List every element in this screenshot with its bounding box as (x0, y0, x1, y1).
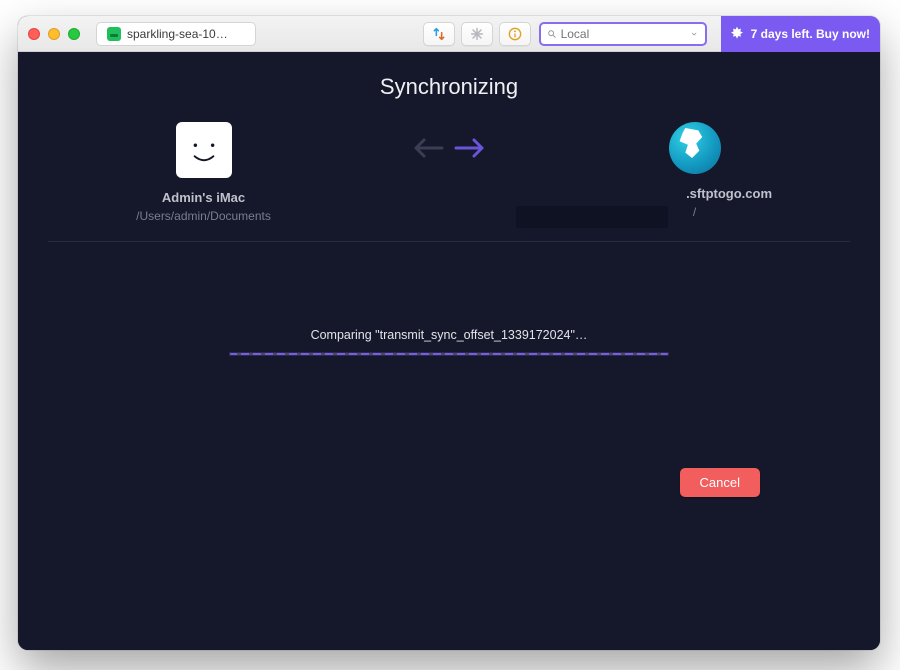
app-window: sparkling-sea-10… (18, 16, 880, 650)
search-icon (547, 28, 557, 40)
tab-title: sparkling-sea-10… (127, 27, 228, 41)
local-host-name: Admin's iMac (162, 190, 245, 205)
sync-arrows-icon (431, 26, 447, 42)
search-input[interactable] (561, 27, 687, 41)
trial-text: 7 days left. Buy now! (751, 27, 870, 41)
redacted-hostname (516, 206, 668, 228)
finder-icon (176, 122, 232, 178)
progress-bar (229, 352, 669, 356)
minimize-window-button[interactable] (48, 28, 60, 40)
remote-host-name: .sftptogo.com (686, 186, 880, 201)
window-controls (28, 28, 80, 40)
close-window-button[interactable] (28, 28, 40, 40)
trial-banner[interactable]: 7 days left. Buy now! (721, 16, 880, 52)
toolbar-button-group (423, 22, 531, 46)
asterisk-icon (469, 26, 485, 42)
globe-icon (669, 122, 721, 174)
local-host-path: /Users/admin/Documents (136, 209, 271, 223)
progress-status-text: Comparing "transmit_sync_offset_13391720… (311, 328, 588, 342)
terminal-icon (107, 27, 121, 41)
divider (48, 241, 850, 242)
dropdown-caret-icon (690, 29, 698, 39)
sync-button[interactable] (423, 22, 455, 46)
connection-tab[interactable]: sparkling-sea-10… (96, 22, 256, 46)
titlebar: sparkling-sea-10… (18, 16, 880, 52)
local-host: Admin's iMac /Users/admin/Documents (18, 122, 389, 223)
info-icon (507, 26, 523, 42)
cancel-button[interactable]: Cancel (680, 468, 760, 497)
sync-direction (389, 136, 509, 160)
remote-host-path: / (693, 205, 696, 219)
remote-host: .sftptogo.com / (509, 122, 880, 219)
panel-title: Synchronizing (380, 74, 518, 100)
search-field[interactable] (539, 22, 707, 46)
starburst-icon (729, 26, 745, 42)
progress-section: Comparing "transmit_sync_offset_13391720… (229, 328, 669, 356)
zoom-window-button[interactable] (68, 28, 80, 40)
arrow-right-icon (454, 136, 488, 160)
activity-button[interactable] (461, 22, 493, 46)
sync-panel: Synchronizing Admin's iMac /Users/admin/… (18, 52, 880, 650)
info-button[interactable] (499, 22, 531, 46)
arrow-left-icon (410, 136, 444, 160)
